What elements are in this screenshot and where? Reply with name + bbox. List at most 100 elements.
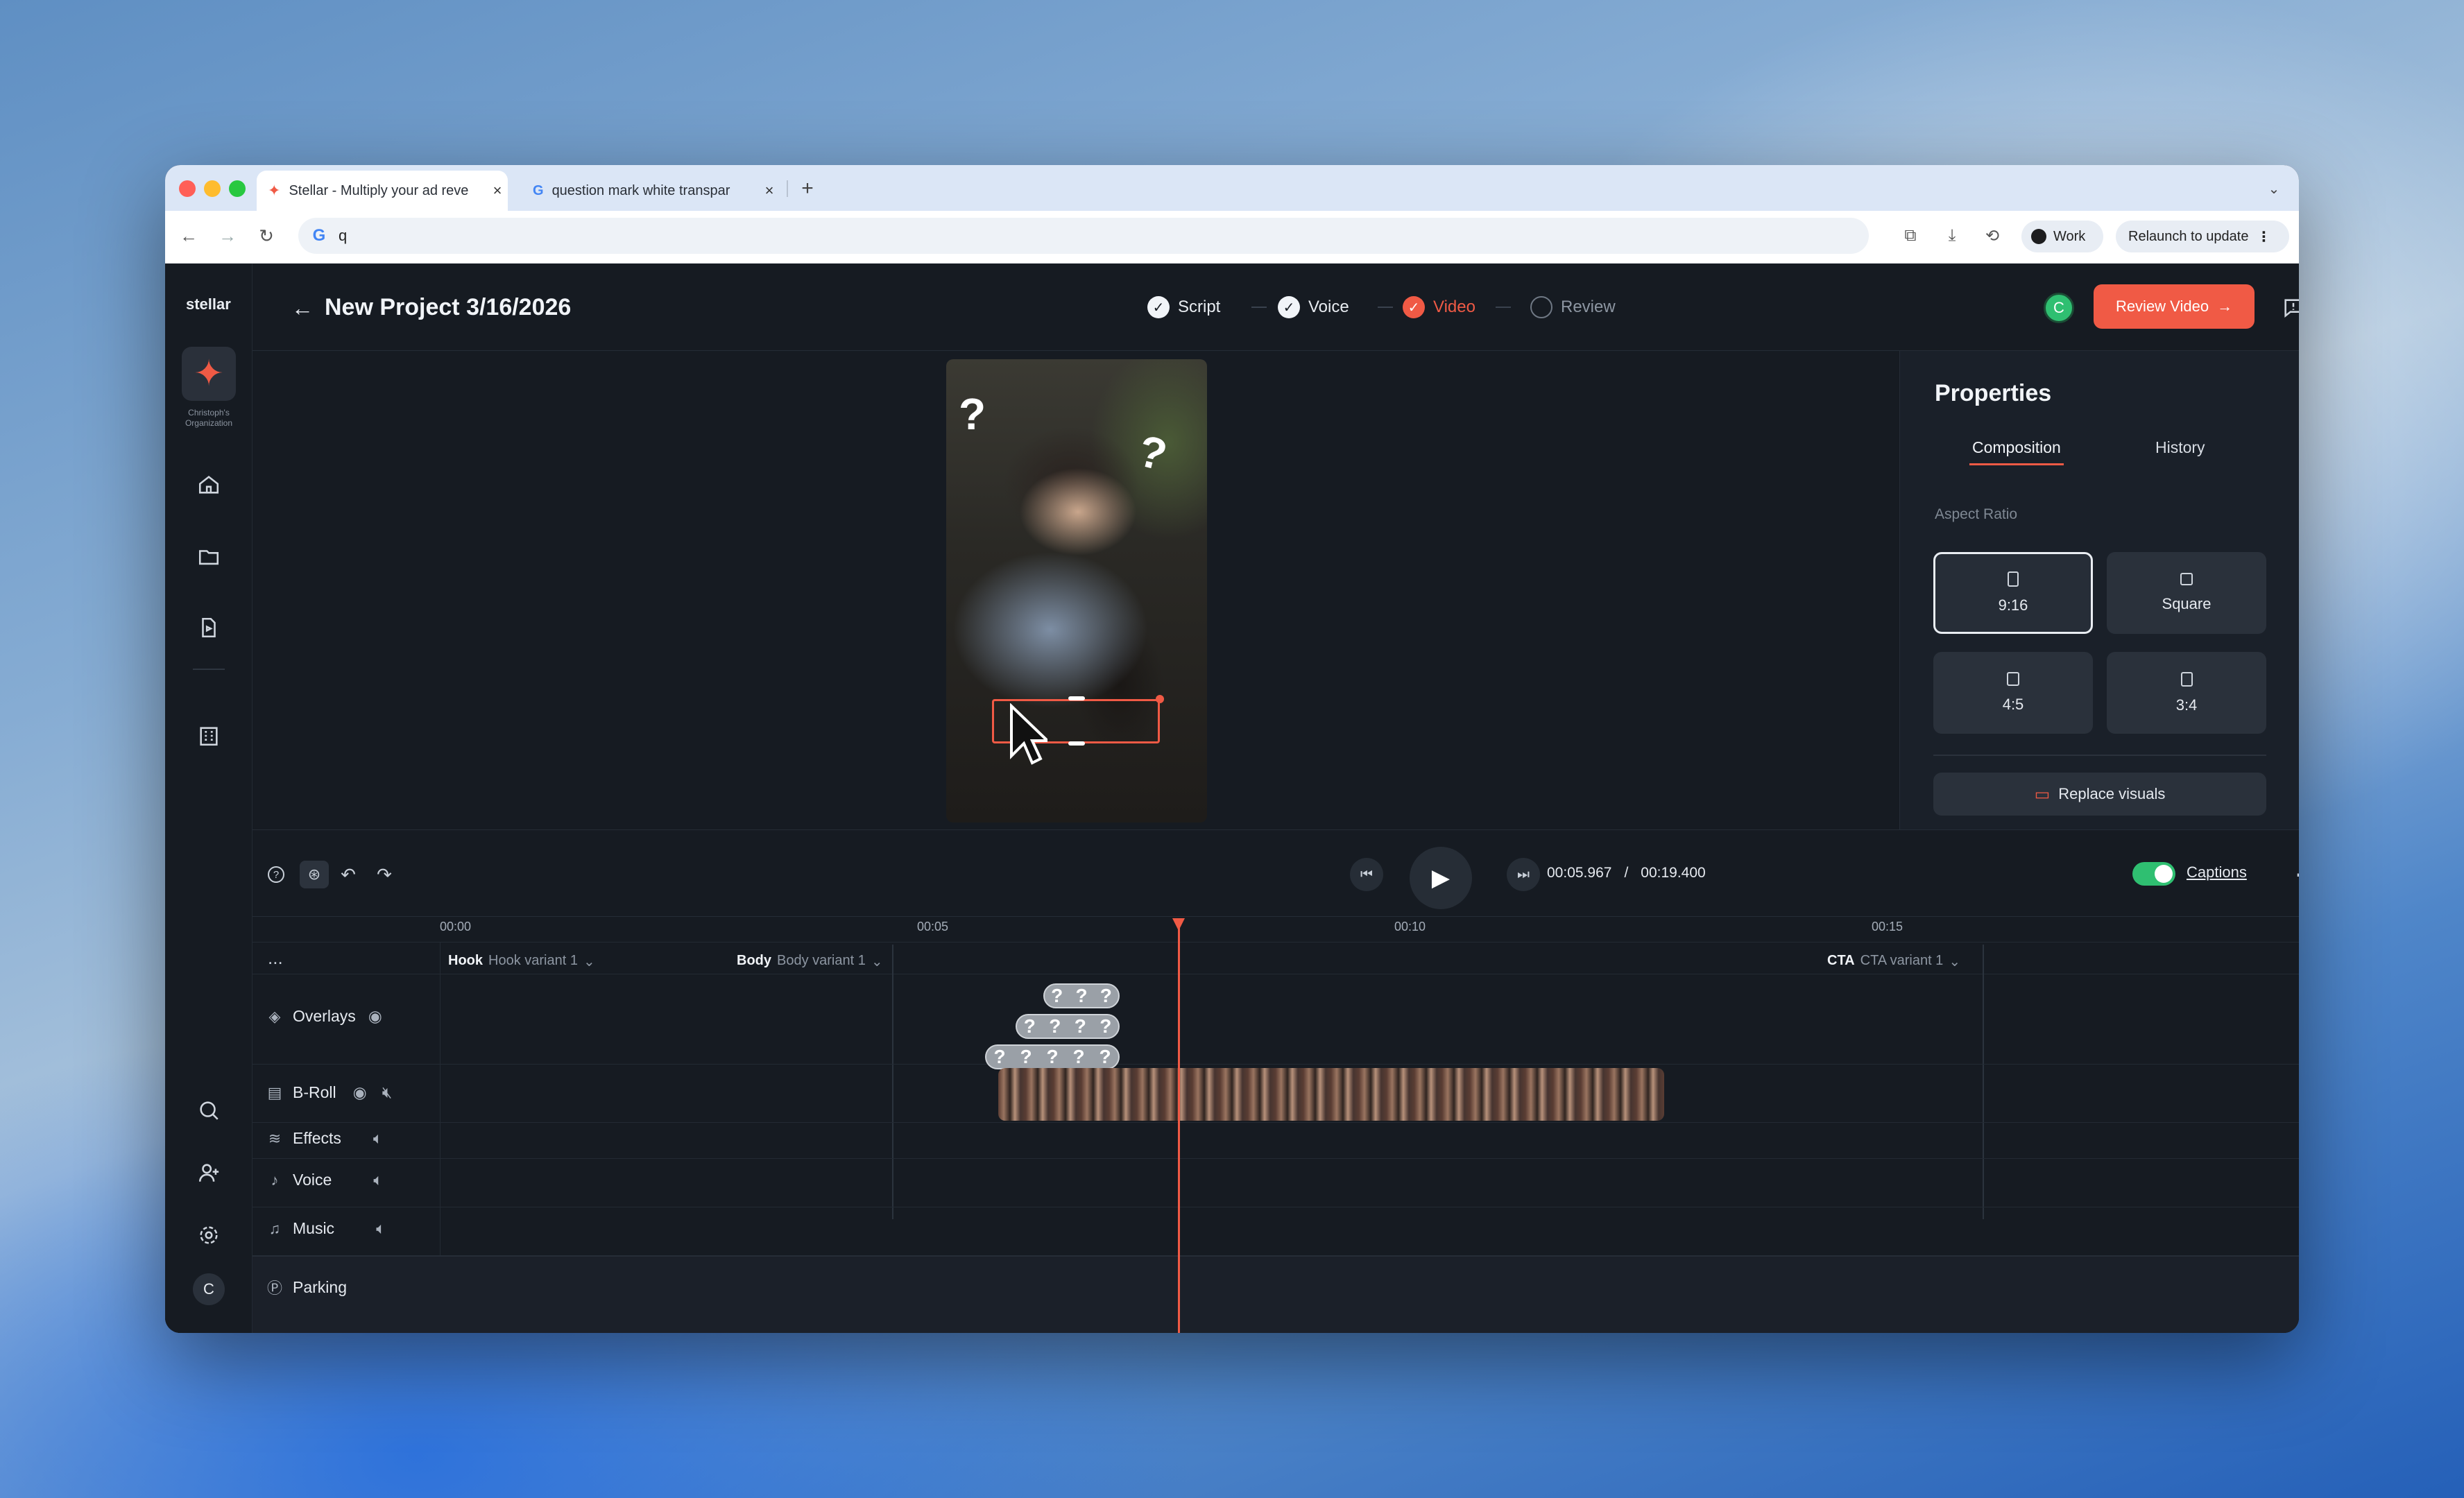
volume-icon[interactable]: 🔈︎ xyxy=(373,1129,383,1148)
playhead-line[interactable] xyxy=(1178,928,1180,1333)
skip-back-icon[interactable]: ⏮ xyxy=(1350,858,1383,891)
overlay-clip[interactable]: ? ? ? ? xyxy=(1016,1014,1120,1039)
video-file-icon[interactable] xyxy=(191,610,226,645)
project-header: ← New Project 3/16/2026 ✓ Script ✓ Voice… xyxy=(253,264,2299,351)
question-mark: ? xyxy=(1046,1046,1059,1067)
section-cta[interactable]: CTA CTA variant 1 ⌄ xyxy=(1827,953,1960,970)
close-tab-icon[interactable]: × xyxy=(759,182,780,200)
close-tab-icon[interactable]: × xyxy=(487,182,508,200)
back-arrow-icon[interactable]: ← xyxy=(289,294,316,322)
account-avatar[interactable]: C xyxy=(193,1273,225,1305)
ratio-option-4-5[interactable]: 4:5 xyxy=(1933,652,2093,734)
overlay-clip[interactable]: ? ? ? ? ? xyxy=(985,1044,1120,1069)
redo-icon[interactable]: ↷ xyxy=(372,862,397,887)
back-arrow-icon[interactable]: ← xyxy=(175,222,203,250)
forward-arrow-icon[interactable]: → xyxy=(214,222,241,250)
step-review[interactable]: Review xyxy=(1530,291,1616,323)
track-label: Voice xyxy=(293,1171,332,1189)
volume-icon[interactable]: 🔈︎ xyxy=(373,1171,383,1189)
help-icon[interactable]: ? xyxy=(264,862,289,887)
empty-circle-icon xyxy=(1530,296,1552,318)
more-vert-icon: ⋮ xyxy=(2257,229,2271,245)
play-button[interactable]: ▶ xyxy=(1410,847,1472,909)
ratio-option-9-16[interactable]: 9:16 xyxy=(1933,552,2093,634)
section-body[interactable]: Body Body variant 1 ⌄ xyxy=(737,953,883,970)
track-voice[interactable]: ♪ Voice 🔈︎ xyxy=(265,1171,384,1189)
extensions-icon[interactable]: ⧉ xyxy=(1897,222,1924,250)
ruler-tick: 00:05 xyxy=(917,920,949,933)
check-icon: ✓ xyxy=(1278,296,1300,318)
eye-icon[interactable]: ◉ xyxy=(353,1083,367,1102)
track-music[interactable]: ♫ Music 🔈︎ xyxy=(265,1219,386,1238)
volume-icon[interactable]: 🔈︎ xyxy=(2289,862,2299,887)
address-bar[interactable]: G q xyxy=(298,218,1869,254)
folder-icon[interactable] xyxy=(191,540,226,574)
overlay-clip[interactable]: ? ? ? xyxy=(1043,983,1120,1008)
ruler-tick: 00:15 xyxy=(1872,920,1903,933)
organization-switcher[interactable]: ✦ xyxy=(182,347,236,401)
volume-icon[interactable]: 🔈︎ xyxy=(376,1219,386,1238)
stellar-star-icon: ✦ xyxy=(194,354,224,394)
step-voice[interactable]: ✓ Voice xyxy=(1278,291,1349,323)
resize-handle-bottom[interactable] xyxy=(1068,741,1085,746)
timeline-menu-icon[interactable]: ... xyxy=(268,947,283,969)
history-icon[interactable]: ⟲ xyxy=(1978,222,2006,250)
question-mark: ? xyxy=(1074,1015,1086,1037)
step-connector xyxy=(1251,307,1267,308)
relaunch-button[interactable]: Relaunch to update ⋮ xyxy=(2116,221,2289,252)
magnet-snap-icon[interactable]: ⊛ xyxy=(300,861,329,888)
add-user-icon[interactable] xyxy=(191,1155,226,1190)
undo-icon[interactable]: ↶ xyxy=(336,862,361,887)
resize-handle-top[interactable] xyxy=(1068,696,1085,700)
total-time: 00:19.400 xyxy=(1641,865,1706,881)
tab-composition[interactable]: Composition xyxy=(1972,438,2061,457)
question-mark-overlay[interactable]: ? xyxy=(959,388,986,440)
video-frame[interactable]: ? ? xyxy=(946,359,1207,823)
gear-icon[interactable] xyxy=(191,1218,226,1252)
download-icon[interactable]: ⤓ xyxy=(1938,222,1966,250)
browser-tab-search[interactable]: G question mark white transpar × xyxy=(523,171,780,211)
step-script[interactable]: ✓ Script xyxy=(1147,291,1220,323)
skip-forward-icon[interactable]: ⏭ xyxy=(1507,858,1540,891)
maximize-window-button[interactable] xyxy=(229,180,246,197)
ruler-tick: 00:00 xyxy=(440,920,472,933)
collaborator-avatar[interactable]: C xyxy=(2044,293,2074,323)
review-video-button[interactable]: Review Video → xyxy=(2094,284,2255,329)
project-title[interactable]: New Project 3/16/2026 xyxy=(325,294,571,321)
check-icon: ✓ xyxy=(1147,296,1170,318)
step-video[interactable]: ✓ Video xyxy=(1403,291,1475,323)
tab-history[interactable]: History xyxy=(2155,438,2205,457)
reload-icon[interactable]: ↻ xyxy=(253,222,280,250)
profile-button[interactable]: Work xyxy=(2021,221,2103,252)
browser-tab-stellar[interactable]: ✦ Stellar - Multiply your ad reve × xyxy=(257,171,508,211)
section-variant: Body variant 1 xyxy=(777,953,866,968)
track-effects[interactable]: ≋ Effects 🔈︎ xyxy=(265,1129,383,1148)
building-icon[interactable] xyxy=(191,718,226,753)
eye-icon[interactable]: ◉ xyxy=(368,1007,382,1026)
track-parking[interactable]: Ⓟ Parking xyxy=(265,1276,347,1298)
ratio-option-square[interactable]: Square xyxy=(2107,552,2266,634)
home-icon[interactable] xyxy=(191,467,226,502)
tab-search-chevron-icon[interactable]: ⌄ xyxy=(2263,178,2285,200)
section-hook[interactable]: Hook Hook variant 1 ⌄ xyxy=(448,953,595,970)
captions-label[interactable]: Captions xyxy=(2187,863,2247,881)
properties-title: Properties xyxy=(1935,380,2052,406)
replace-visuals-button[interactable]: ▭ Replace visuals xyxy=(1933,773,2266,816)
new-tab-button[interactable]: + xyxy=(794,175,821,203)
minimize-window-button[interactable] xyxy=(204,180,221,197)
search-icon[interactable] xyxy=(191,1093,226,1128)
track-overlays[interactable]: ◈ Overlays ◉ xyxy=(265,1007,382,1026)
current-time: 00:05.967 xyxy=(1547,865,1612,881)
stellar-app: stellar ✦ Christoph's Organization C ← N… xyxy=(165,264,2299,1333)
question-mark-overlay[interactable]: ? xyxy=(1133,424,1172,481)
ratio-option-3-4[interactable]: 3:4 xyxy=(2107,652,2266,734)
b-roll-clip[interactable] xyxy=(998,1068,1664,1121)
close-window-button[interactable] xyxy=(179,180,196,197)
question-mark: ? xyxy=(1072,1046,1085,1067)
feedback-icon[interactable] xyxy=(2278,293,2299,323)
track-b-roll[interactable]: ▤ B-Roll ◉ 🔇︎ xyxy=(265,1083,393,1102)
parking-lane xyxy=(253,1255,2299,1333)
captions-toggle[interactable] xyxy=(2132,862,2175,886)
mute-icon[interactable]: 🔇︎ xyxy=(382,1083,393,1102)
resize-handle-corner[interactable] xyxy=(1156,695,1164,703)
